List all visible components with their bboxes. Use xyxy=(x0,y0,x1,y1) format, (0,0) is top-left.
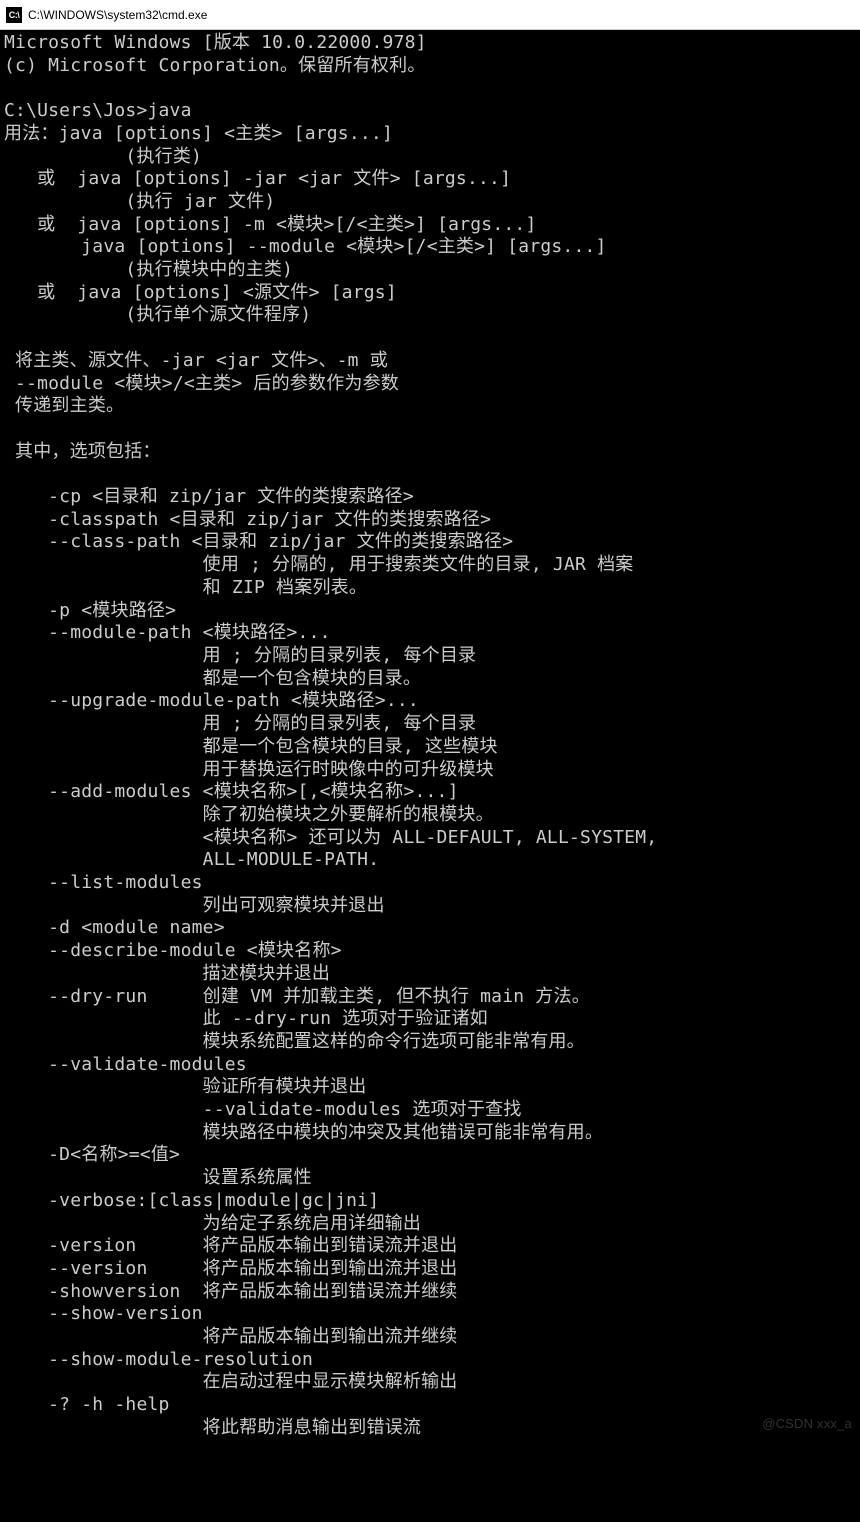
terminal-text: Microsoft Windows [版本 10.0.22000.978] (c… xyxy=(4,32,657,1438)
window-titlebar[interactable]: C:\ C:\WINDOWS\system32\cmd.exe xyxy=(0,0,860,30)
terminal-output[interactable]: Microsoft Windows [版本 10.0.22000.978] (c… xyxy=(0,30,860,1442)
watermark-text: @CSDN xxx_a xyxy=(762,1413,852,1436)
cmd-icon: C:\ xyxy=(6,7,22,23)
window-title: C:\WINDOWS\system32\cmd.exe xyxy=(28,8,207,22)
